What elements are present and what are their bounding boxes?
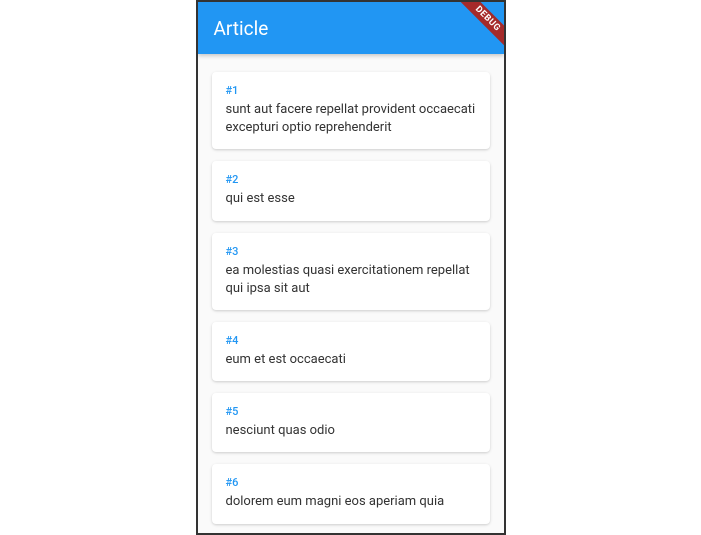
- article-list[interactable]: #1 sunt aut facere repellat provident occ…: [198, 54, 504, 533]
- page-title: Article: [214, 17, 269, 40]
- article-id: #2: [226, 173, 476, 186]
- article-title: eum et est occaecati: [226, 351, 476, 369]
- article-title: qui est esse: [226, 190, 476, 208]
- article-card[interactable]: #1 sunt aut facere repellat provident occ…: [212, 72, 490, 149]
- article-id: #5: [226, 405, 476, 418]
- article-id: #6: [226, 476, 476, 489]
- article-id: #3: [226, 245, 476, 258]
- article-card[interactable]: #2 qui est esse: [212, 161, 490, 220]
- article-card[interactable]: #6 dolorem eum magni eos aperiam quia: [212, 464, 490, 523]
- app-bar: Article: [198, 2, 504, 54]
- article-id: #1: [226, 84, 476, 97]
- article-id: #4: [226, 334, 476, 347]
- article-card[interactable]: #3 ea molestias quasi exercitationem repe…: [212, 233, 490, 310]
- device-frame: DEBUG Article #1sunt aut facere repellat…: [196, 0, 506, 535]
- article-title: sunt aut facere repellat provident occae…: [226, 101, 476, 137]
- article-title: ea molestias quasi exercitationem repell…: [226, 262, 476, 298]
- article-title: nesciunt quas odio: [226, 422, 476, 440]
- article-card[interactable]: #5 nesciunt quas odio: [212, 393, 490, 452]
- article-card[interactable]: #4 eum et est occaecati: [212, 322, 490, 381]
- article-title: dolorem eum magni eos aperiam quia: [226, 493, 476, 511]
